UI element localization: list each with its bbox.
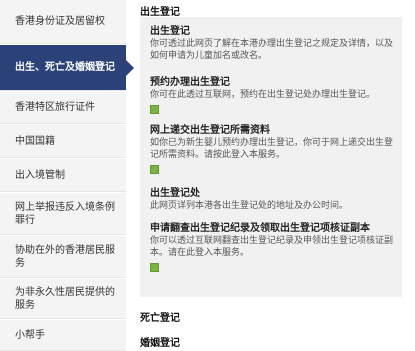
- entry-title-link[interactable]: 预约办理出生登记: [150, 76, 398, 89]
- eservice-icon[interactable]: [150, 165, 159, 174]
- eservice-icon[interactable]: [150, 105, 159, 114]
- sidebar-item-chinese-nationality[interactable]: 中国国籍: [0, 125, 126, 158]
- entry-title-link[interactable]: 申请翻查出生登记纪录及领取出生登记项核证副本: [150, 222, 398, 235]
- sidebar-item-non-permanent-residents[interactable]: 为非永久性居民提供的服务: [0, 279, 126, 319]
- section-title-marriage-registration[interactable]: 婚姻登记: [140, 334, 180, 349]
- section-title-death-registration[interactable]: 死亡登记: [140, 309, 180, 324]
- main-content: 出生登记 出生登记 你可透过此网页了解在本港办理出生登记之规定及详情，以及如何申…: [140, 0, 415, 351]
- sidebar-item-label: 出生、死亡及婚姻登记: [15, 62, 115, 73]
- sidebar-item-label: 出入境管制: [15, 169, 65, 181]
- entry-description: 你可以透过互联网翻查出生登记纪录及申领出生登记项核证副本。请在此登入本服务。: [150, 236, 394, 258]
- sidebar-item-immigration-control[interactable]: 出入境管制: [0, 159, 126, 192]
- sidebar-item-hk-identity-card[interactable]: 香港身份证及居留权: [0, 0, 126, 44]
- entry-search-certified-copy: 申请翻查出生登记纪录及领取出生登记项核证副本 你可以透过互联网翻查出生登记纪录及…: [150, 222, 398, 272]
- sidebar-item-little-helper[interactable]: 小帮手: [0, 320, 126, 351]
- entry-title-link[interactable]: 出生登记处: [150, 187, 398, 200]
- entry-registries: 出生登记处 此网页详列本港各出生登记处的地址及办公时间。: [150, 187, 398, 212]
- sidebar-item-label: 中国国籍: [15, 135, 55, 147]
- entry-title-link[interactable]: 网上递交出生登记所需资料: [150, 124, 398, 137]
- sidebar-item-assistance-to-residents[interactable]: 协助在外的香港居民服务: [0, 236, 126, 278]
- entry-book-appointment: 预约办理出生登记 你可在此透过互联网，预约在出生登记处办理出生登记。: [150, 76, 398, 114]
- entry-submit-info-online: 网上递交出生登记所需资料 如你已为新生婴儿预约办理出生登记，你可于网上递交出生登…: [150, 124, 398, 174]
- sidebar-item-label: 小帮手: [15, 329, 45, 341]
- sidebar-item-births-deaths-marriages[interactable]: 出生、死亡及婚姻登记: [0, 45, 126, 91]
- sidebar-item-label: 香港身份证及居留权: [15, 16, 105, 27]
- entry-description: 如你已为新生婴儿预约办理出生登记，你可于网上递交出生登记所需资料。请按此登入本服…: [150, 138, 394, 160]
- section-title-birth-registration: 出生登记: [140, 7, 180, 18]
- entry-birth-registration: 出生登记 你可透过此网页了解在本港办理出生登记之规定及详情，以及如何申请为儿童加…: [150, 25, 398, 62]
- sidebar-item-label: 香港特区旅行证件: [15, 102, 95, 113]
- sidebar-item-label: 为非永久性居民提供的服务: [15, 286, 115, 311]
- sidebar-item-travel-documents[interactable]: 香港特区旅行证件: [0, 92, 126, 124]
- sidebar-item-report-offences[interactable]: 网上举报违反入境条例罪行: [0, 193, 126, 235]
- sidebar-item-label: 协助在外的香港居民服务: [15, 244, 115, 269]
- entry-title-link[interactable]: 出生登记: [150, 25, 398, 38]
- entry-description: 你可透过此网页了解在本港办理出生登记之规定及详情，以及如何申请为儿童加名或改名。: [150, 39, 394, 61]
- sidebar-nav: 香港身份证及居留权 出生、死亡及婚姻登记 香港特区旅行证件 中国国籍 出入境管制…: [0, 0, 126, 351]
- eservice-icon[interactable]: [150, 263, 159, 272]
- active-item-pointer: [126, 60, 134, 76]
- birth-services-panel: 出生登记 你可透过此网页了解在本港办理出生登记之规定及详情，以及如何申请为儿童加…: [140, 17, 402, 297]
- sidebar-item-label: 网上举报违反入境条例罪行: [15, 201, 115, 226]
- entry-description: 此网页详列本港各出生登记处的地址及办公时间。: [150, 201, 349, 211]
- entry-description: 你可在此透过互联网，预约在出生登记处办理出生登记。: [150, 90, 376, 100]
